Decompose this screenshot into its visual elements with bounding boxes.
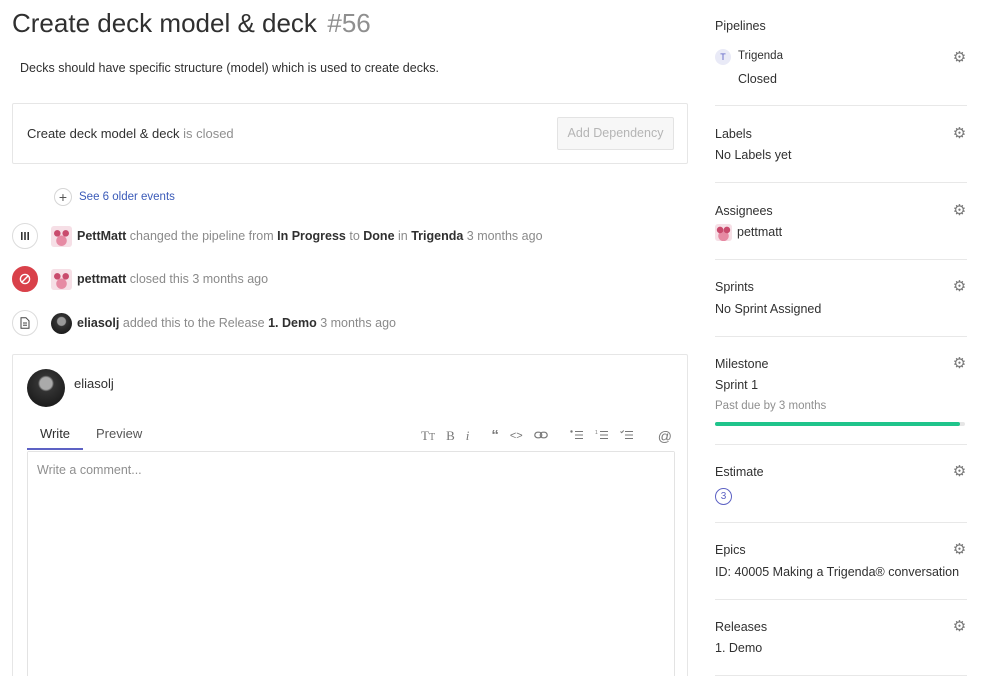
avatar[interactable]	[715, 224, 732, 241]
avatar[interactable]	[51, 225, 72, 247]
document-icon	[12, 310, 38, 336]
avatar	[27, 369, 65, 407]
formatting-toolbar: TT B i “ <> 1 @	[421, 427, 683, 444]
epics-title: Epics	[715, 543, 746, 557]
event-workspace[interactable]: Trigenda	[411, 229, 463, 243]
quote-icon[interactable]: “	[491, 427, 499, 444]
plus-icon[interactable]: +	[54, 188, 72, 206]
pipeline-to: Done	[363, 229, 395, 243]
gear-icon[interactable]: ⚙	[952, 542, 967, 557]
estimate-value[interactable]: 3	[715, 488, 732, 505]
gear-icon[interactable]: ⚙	[952, 50, 967, 65]
older-events-link[interactable]: See 6 older events	[79, 191, 175, 203]
pipeline-status[interactable]: Closed	[738, 72, 777, 86]
milestone-due: Past due by 3 months	[715, 400, 827, 412]
pipeline-icon	[12, 223, 38, 249]
avatar[interactable]	[51, 268, 72, 290]
code-icon[interactable]: <>	[510, 430, 523, 442]
gear-icon[interactable]: ⚙	[952, 619, 967, 634]
event-time: closed this 3 months ago	[126, 272, 269, 286]
closed-icon	[12, 266, 38, 292]
task-list-icon[interactable]	[619, 428, 634, 443]
estimate-title: Estimate	[715, 465, 764, 479]
comment-user: eliasolj	[74, 376, 114, 391]
add-dependency-button[interactable]: Add Dependency	[557, 117, 674, 150]
dependency-issue-title[interactable]: Create deck model & deck	[27, 126, 179, 141]
milestone-progress-fill	[715, 422, 960, 426]
comment-box: eliasolj Write Preview TT B i “ <> 1 @	[12, 354, 688, 676]
estimate-section: Estimate ⚙	[715, 445, 967, 523]
older-events[interactable]: + See 6 older events	[54, 187, 175, 207]
numbered-list-icon[interactable]: 1	[595, 428, 609, 443]
event-text: eliasolj added this to the Release 1. De…	[77, 316, 396, 330]
gear-icon[interactable]: ⚙	[952, 279, 967, 294]
event-time: 3 months ago	[463, 229, 543, 243]
event-text: pettmatt closed this 3 months ago	[77, 272, 268, 286]
timeline-event-closed: pettmatt closed this 3 months ago	[12, 266, 268, 292]
issue-title: Create deck model & deck	[12, 8, 317, 38]
pipeline-workspace: Trigenda	[738, 50, 783, 62]
issue-main: Create deck model & deck #56 Decks shoul…	[0, 0, 700, 676]
text-size-icon[interactable]: TT	[421, 428, 435, 444]
milestone-title: Milestone	[715, 357, 769, 371]
avatar[interactable]	[51, 312, 72, 334]
comment-editor	[27, 451, 675, 676]
labels-title: Labels	[715, 127, 752, 141]
issue-sidebar: Pipelines ⚙ T Trigenda Closed Labels ⚙ N…	[715, 0, 967, 676]
tab-write[interactable]: Write	[27, 426, 83, 450]
milestone-section: Milestone ⚙ Sprint 1	[715, 337, 967, 445]
gear-icon[interactable]: ⚙	[952, 356, 967, 371]
event-user[interactable]: pettmatt	[77, 272, 126, 286]
event-user[interactable]: PettMatt	[77, 229, 126, 243]
assignees-section: Assignees ⚙	[715, 183, 967, 260]
assignees-title: Assignees	[715, 204, 773, 218]
pipelines-section: Pipelines ⚙ T Trigenda Closed	[715, 0, 967, 106]
sprints-section: Sprints ⚙ No Sprint Assigned	[715, 260, 967, 337]
issue-title-row: Create deck model & deck #56	[12, 8, 371, 39]
tab-preview[interactable]: Preview	[96, 426, 142, 448]
pipelines-title: Pipelines	[715, 19, 766, 33]
milestone-value[interactable]: Sprint 1	[715, 378, 758, 392]
event-user[interactable]: eliasolj	[77, 316, 119, 330]
labels-section: Labels ⚙ No Labels yet	[715, 106, 967, 183]
bold-icon[interactable]: B	[446, 428, 455, 444]
italic-icon[interactable]: i	[466, 428, 470, 444]
epics-section: Epics ⚙ ID: 40005 Making a Trigenda® con…	[715, 523, 967, 600]
issue-number: #56	[327, 8, 371, 38]
labels-value: No Labels yet	[715, 148, 792, 162]
link-icon[interactable]	[533, 428, 548, 443]
releases-title: Releases	[715, 620, 768, 634]
issue-description: Decks should have specific structure (mo…	[20, 61, 439, 75]
sprints-value: No Sprint Assigned	[715, 302, 822, 316]
dependency-card: Create deck model & deck is closed Add D…	[12, 103, 688, 164]
gear-icon[interactable]: ⚙	[952, 203, 967, 218]
sprints-title: Sprints	[715, 280, 754, 294]
dependency-text: Create deck model & deck is closed	[27, 126, 234, 141]
timeline-event-release: eliasolj added this to the Release 1. De…	[12, 310, 396, 336]
event-text: PettMatt changed the pipeline from In Pr…	[77, 229, 543, 243]
milestone-progress	[715, 422, 965, 426]
event-release[interactable]: 1. Demo	[268, 316, 317, 330]
event-time: 3 months ago	[316, 316, 396, 330]
releases-section: Releases ⚙ 1. Demo	[715, 600, 967, 676]
svg-text:1: 1	[595, 430, 598, 436]
epics-value[interactable]: ID: 40005 Making a Trigenda® conversatio…	[715, 565, 959, 579]
workspace-badge: T	[715, 49, 731, 65]
assignee-name[interactable]: pettmatt	[737, 225, 782, 239]
releases-value[interactable]: 1. Demo	[715, 641, 762, 655]
bullet-list-icon[interactable]	[570, 428, 584, 443]
dependency-status: is closed	[179, 126, 234, 141]
gear-icon[interactable]: ⚙	[952, 464, 967, 479]
timeline-event-pipeline: PettMatt changed the pipeline from In Pr…	[12, 223, 543, 249]
pipeline-from: In Progress	[277, 229, 346, 243]
comment-input[interactable]	[28, 452, 674, 676]
mention-icon[interactable]: @	[658, 428, 672, 444]
gear-icon[interactable]: ⚙	[952, 126, 967, 141]
